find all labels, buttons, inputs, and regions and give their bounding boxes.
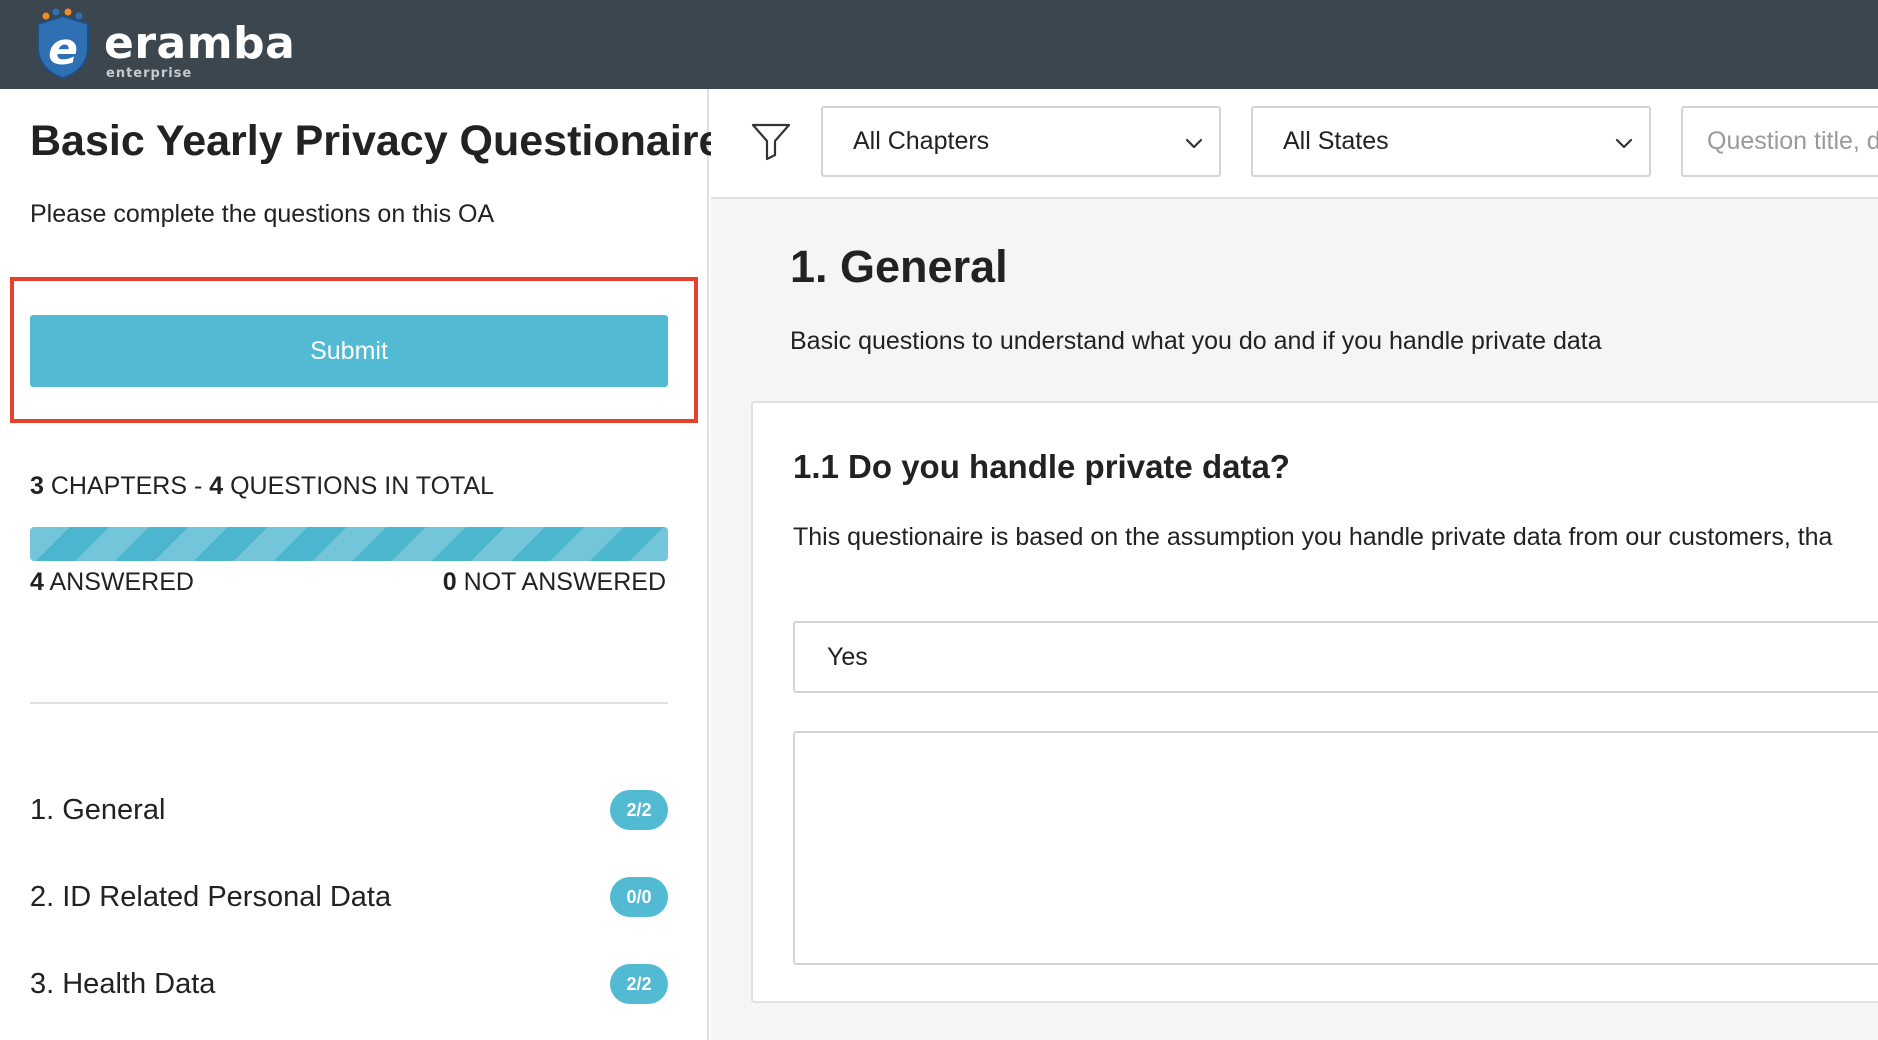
chapter-filter-select[interactable]: All Chapters	[821, 106, 1221, 177]
not-answered-count: 0	[442, 568, 457, 596]
question-description: This questionaire is based on the assump…	[793, 523, 1833, 551]
chapter-label: 3. Health Data	[30, 967, 216, 1000]
question-filter-bar: All Chapters All States	[711, 89, 1878, 199]
chapters-text: CHAPTERS -	[50, 472, 203, 500]
questionnaire-description: Please complete the questions on this OA	[30, 200, 495, 228]
chapter-progress-badge: 2/2	[610, 790, 668, 830]
sidebar-divider	[30, 702, 668, 704]
answered-progress-bar	[30, 527, 668, 561]
chapter-progress-badge: 0/0	[610, 877, 668, 917]
questions-text: QUESTIONS IN TOTAL	[230, 472, 495, 500]
state-filter-select[interactable]: All States	[1251, 106, 1651, 177]
not-answered-text: NOT ANSWERED	[463, 568, 666, 596]
chapter-item-id-related-personal-data[interactable]: 2. ID Related Personal Data 0/0	[30, 875, 668, 919]
brand-edition: enterprise	[106, 66, 193, 81]
state-filter-value: All States	[1283, 127, 1389, 155]
top-navbar: e eramba enterprise	[0, 0, 1878, 89]
questions-content: 1. General Basic questions to understand…	[711, 199, 1878, 1040]
answer-select[interactable]: Yes	[793, 621, 1878, 693]
chevron-down-icon	[1185, 138, 1203, 149]
questionnaire-sidebar: Basic Yearly Privacy Questionaire Please…	[0, 89, 722, 1040]
answer-comment-field[interactable]	[793, 731, 1878, 965]
chapter-label: 1. General	[30, 793, 166, 826]
question-title: 1.1 Do you handle private data?	[793, 448, 1290, 485]
question-card: 1.1 Do you handle private data? This que…	[751, 401, 1878, 1003]
chapter-filter-value: All Chapters	[853, 127, 990, 155]
question-search-input[interactable]	[1681, 106, 1878, 177]
questions-count: 4	[209, 472, 224, 500]
answered-progress-fill	[30, 527, 668, 561]
chapter-description: Basic questions to understand what you d…	[790, 327, 1602, 355]
filter-icon[interactable]	[749, 121, 793, 161]
brand-name: eramba	[104, 18, 296, 69]
answered-count: 4	[30, 568, 44, 596]
chapter-heading: 1. General	[790, 241, 1008, 292]
eramba-shield-icon: e	[37, 8, 89, 80]
questionnaire-title: Basic Yearly Privacy Questionaire	[30, 117, 723, 165]
not-answered-count-label: 0 NOT ANSWERED	[443, 568, 666, 597]
submit-button[interactable]: Submit	[30, 315, 668, 387]
chapters-count: 3	[30, 472, 44, 500]
answer-value: Yes	[827, 642, 868, 671]
answered-count-label: 4 ANSWERED	[30, 568, 194, 597]
chapter-label: 2. ID Related Personal Data	[30, 880, 392, 913]
questionnaire-totals: 3 CHAPTERS - 4 QUESTIONS IN TOTAL	[30, 472, 494, 501]
chevron-down-icon	[1615, 138, 1633, 149]
svg-text:e: e	[48, 24, 78, 75]
answered-text: ANSWERED	[49, 568, 194, 596]
chapter-item-health-data[interactable]: 3. Health Data 2/2	[30, 962, 668, 1006]
chapter-item-general[interactable]: 1. General 2/2	[30, 788, 668, 832]
chapter-progress-badge: 2/2	[610, 964, 668, 1004]
